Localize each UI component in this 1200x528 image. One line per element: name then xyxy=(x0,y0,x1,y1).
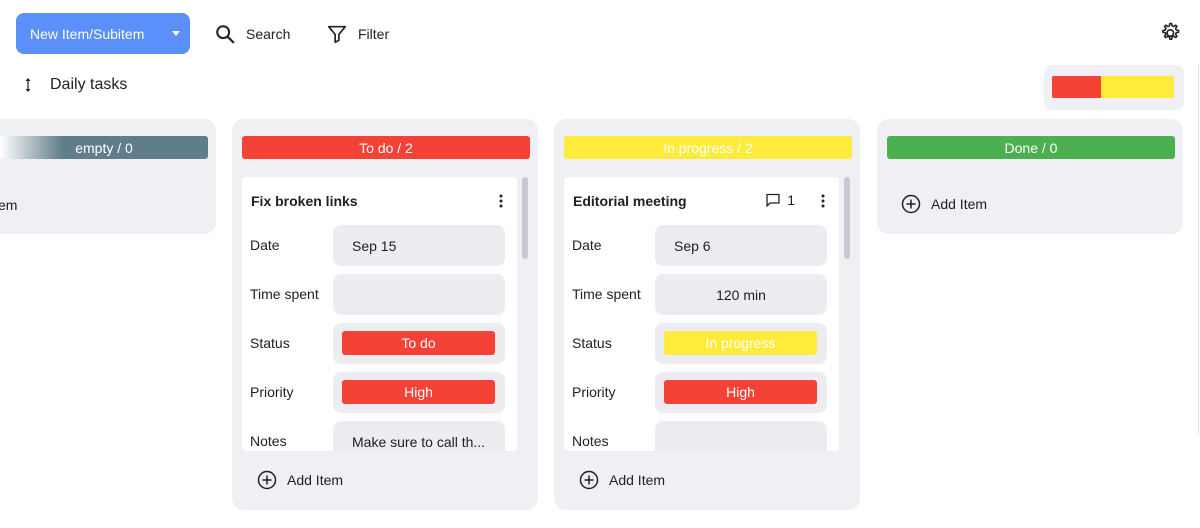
field-date: Date Sep 15 xyxy=(242,225,517,266)
column-empty: empty / 0 em xyxy=(0,119,216,234)
add-item-button[interactable]: Add Item xyxy=(579,470,665,490)
priority-field[interactable]: High xyxy=(333,372,505,413)
field-notes: Notes xyxy=(564,421,839,451)
progress-segment xyxy=(1052,76,1101,98)
field-label: Priority xyxy=(250,384,294,400)
scrollbar-thumb[interactable] xyxy=(522,177,528,259)
filter-icon xyxy=(327,25,347,44)
filter-label: Filter xyxy=(358,26,390,42)
notes-field[interactable] xyxy=(655,421,827,451)
task-card[interactable]: Fix broken links Date Sep 15 Time spent … xyxy=(242,177,517,451)
board-header: Daily tasks xyxy=(20,76,127,94)
field-label: Notes xyxy=(250,433,287,449)
card-title[interactable]: Fix broken links xyxy=(251,193,358,209)
date-field[interactable]: Sep 15 xyxy=(333,225,505,266)
sort-icon[interactable] xyxy=(20,77,36,93)
new-item-button[interactable]: New Item/Subitem xyxy=(16,13,190,54)
add-item-label: Add Item xyxy=(287,472,344,488)
field-label: Time spent xyxy=(572,286,641,302)
field-label: Notes xyxy=(572,433,609,449)
board-title: Daily tasks xyxy=(50,76,128,93)
filter-button[interactable]: Filter xyxy=(326,20,389,48)
time-spent-field[interactable]: 120 min xyxy=(655,274,827,315)
column-header[interactable]: To do / 2 xyxy=(242,136,530,159)
field-priority: Priority High xyxy=(242,372,517,413)
field-priority: Priority High xyxy=(564,372,839,413)
search-button[interactable]: Search xyxy=(214,20,290,48)
add-item-button[interactable]: Add Item xyxy=(257,470,343,490)
add-circle-icon xyxy=(257,470,277,490)
date-field[interactable]: Sep 6 xyxy=(655,225,827,266)
status-badge: To do xyxy=(342,331,495,355)
scrollbar-thumb[interactable] xyxy=(844,177,850,259)
add-item-label: Add Item xyxy=(609,472,666,488)
time-spent-field[interactable] xyxy=(333,274,505,315)
status-summary xyxy=(1044,65,1184,110)
priority-badge: High xyxy=(342,380,495,404)
divider xyxy=(1198,65,1199,435)
search-label: Search xyxy=(246,26,291,42)
progress-segment xyxy=(1100,76,1174,98)
field-time-spent: Time spent xyxy=(242,274,517,315)
column-todo: To do / 2 Fix broken links Date Sep 15 T… xyxy=(232,119,538,510)
field-status: Status To do xyxy=(242,323,517,364)
field-time-spent: Time spent 120 min xyxy=(564,274,839,315)
task-card[interactable]: Editorial meeting 1 Date Sep 6 Time spen… xyxy=(564,177,839,451)
comment-icon xyxy=(766,193,780,207)
comment-count: 1 xyxy=(787,192,795,208)
scrollbar[interactable] xyxy=(522,177,528,451)
add-item-label-partial[interactable]: em xyxy=(0,197,17,213)
field-label: Status xyxy=(572,335,612,351)
field-label: Status xyxy=(250,335,290,351)
field-label: Priority xyxy=(572,384,616,400)
search-icon xyxy=(216,25,235,44)
add-item-button[interactable]: Add Item xyxy=(901,194,987,214)
field-label: Time spent xyxy=(250,286,319,302)
comments-indicator[interactable]: 1 xyxy=(765,192,795,208)
gear-icon[interactable] xyxy=(1158,21,1182,45)
field-label: Date xyxy=(250,237,280,253)
priority-field[interactable]: High xyxy=(655,372,827,413)
field-label: Date xyxy=(572,237,602,253)
more-vert-icon[interactable] xyxy=(493,193,509,209)
column-header[interactable]: In progress / 2 xyxy=(564,136,852,159)
field-status: Status In progress xyxy=(564,323,839,364)
kanban-page: New Item/Subitem Search Filter Daily tas… xyxy=(0,0,1200,528)
priority-badge: High xyxy=(664,380,817,404)
field-notes: Notes Make sure to call th... xyxy=(242,421,517,451)
more-vert-icon[interactable] xyxy=(815,193,831,209)
scrollbar[interactable] xyxy=(844,177,850,451)
column-header[interactable]: Done / 0 xyxy=(887,136,1175,159)
new-item-label: New Item/Subitem xyxy=(30,25,145,42)
dropdown-caret-icon[interactable] xyxy=(172,31,180,36)
column-done: Done / 0 Add Item xyxy=(877,119,1183,234)
add-item-label: Add Item xyxy=(931,196,988,212)
card-title[interactable]: Editorial meeting xyxy=(573,193,687,209)
field-date: Date Sep 6 xyxy=(564,225,839,266)
status-field[interactable]: To do xyxy=(333,323,505,364)
status-badge: In progress xyxy=(664,331,817,355)
add-circle-icon xyxy=(901,194,921,214)
status-field[interactable]: In progress xyxy=(655,323,827,364)
column-in-progress: In progress / 2 Editorial meeting 1 Date… xyxy=(554,119,860,510)
status-progress-bar xyxy=(1052,76,1174,98)
notes-field[interactable]: Make sure to call th... xyxy=(333,421,505,451)
add-circle-icon xyxy=(579,470,599,490)
column-header[interactable]: empty / 0 xyxy=(0,136,208,159)
